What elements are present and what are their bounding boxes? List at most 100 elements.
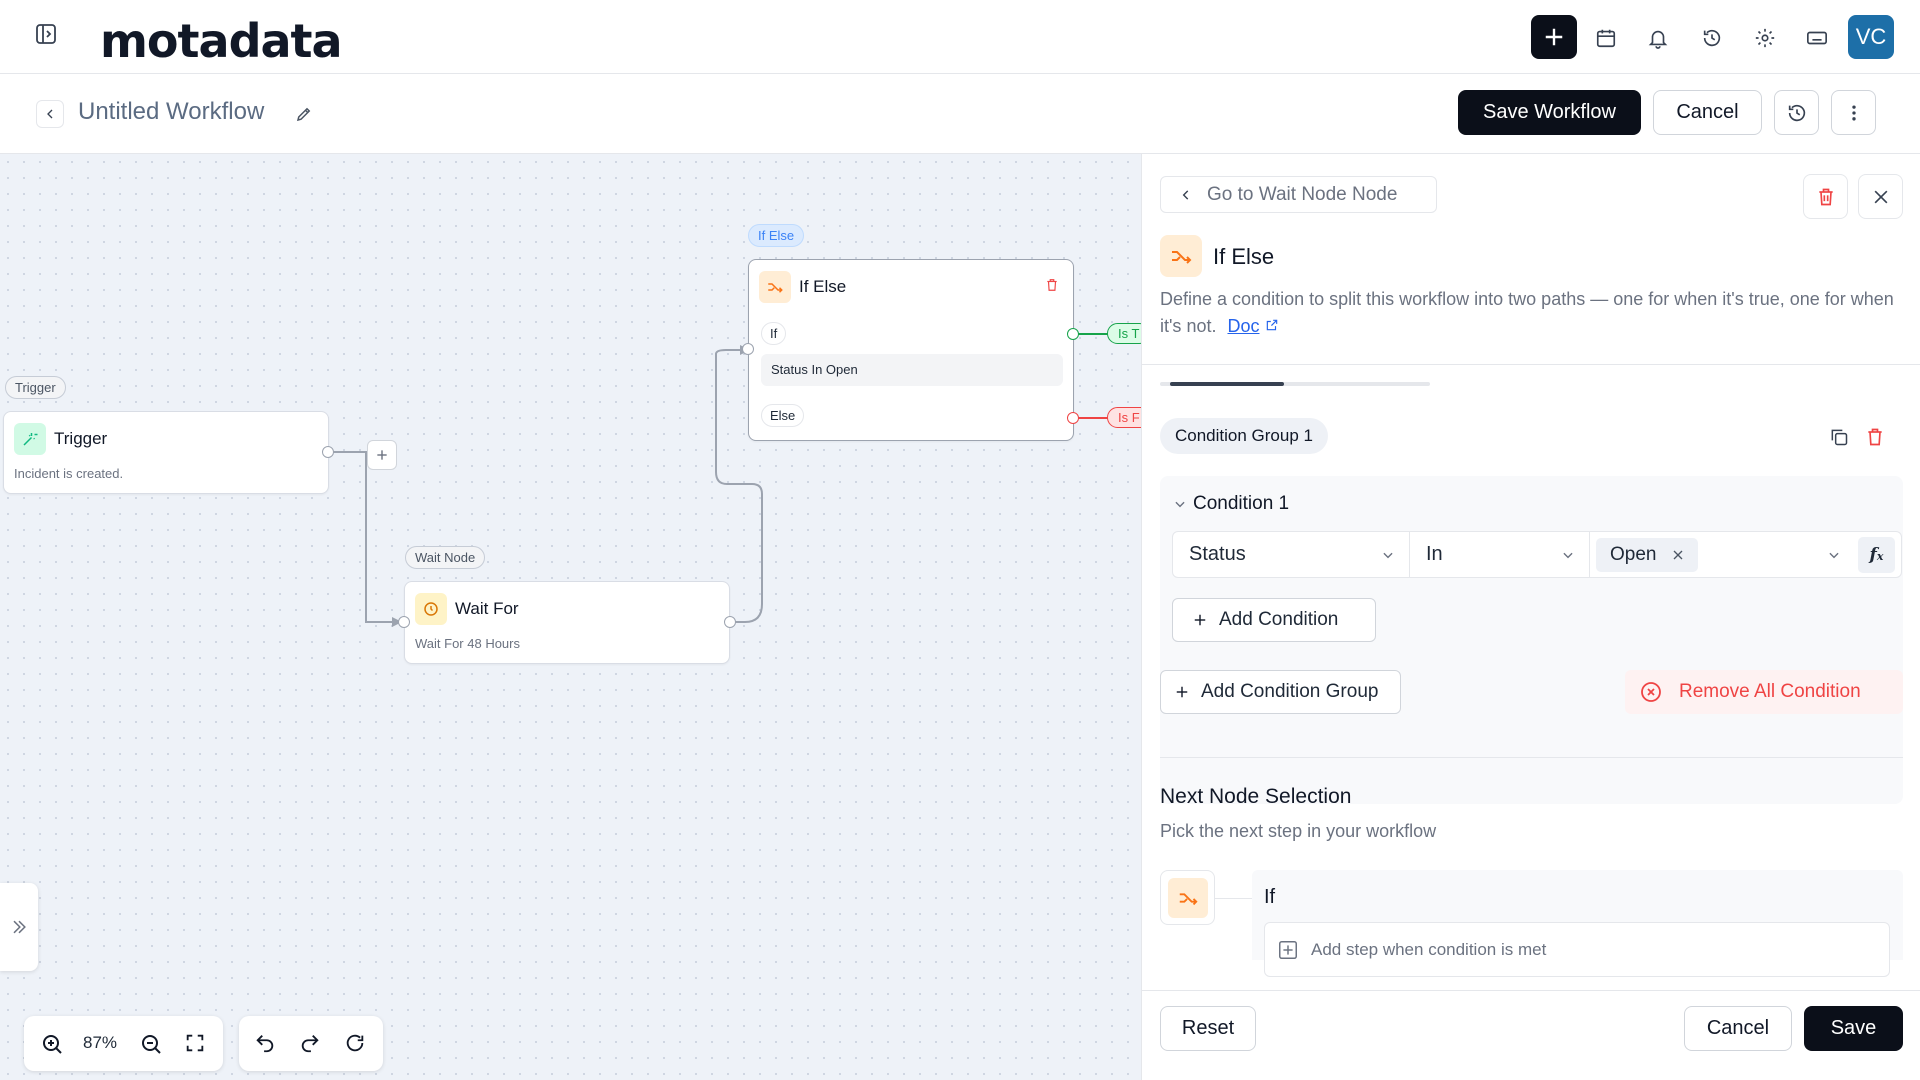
if-label: If bbox=[761, 322, 787, 345]
panel-footer: Reset Cancel Save bbox=[1142, 990, 1920, 1080]
wait-node[interactable]: Wait For Wait For 48 Hours bbox=[404, 581, 730, 664]
chevron-down-icon[interactable] bbox=[1173, 497, 1187, 516]
remove-chip-icon[interactable] bbox=[1672, 549, 1684, 561]
field-value: Status bbox=[1189, 543, 1246, 565]
trigger-icon bbox=[14, 423, 46, 455]
avatar-initials: VC bbox=[1855, 24, 1887, 49]
keyboard-icon[interactable] bbox=[1804, 25, 1830, 51]
add-condition-group-button[interactable]: Add Condition Group bbox=[1160, 670, 1401, 714]
chevron-down-icon bbox=[1563, 552, 1573, 558]
more-options-button[interactable] bbox=[1831, 90, 1876, 135]
wait-title: Wait For bbox=[455, 599, 519, 618]
branch-icon bbox=[1160, 235, 1202, 277]
true-output-handle[interactable] bbox=[1067, 328, 1079, 340]
add-group-label: Add Condition Group bbox=[1201, 681, 1379, 702]
page-title: Untitled Workflow bbox=[78, 98, 265, 125]
panel-description: Define a condition to split this workflo… bbox=[1160, 286, 1910, 340]
expand-sidebar-button[interactable] bbox=[0, 883, 38, 971]
divider bbox=[1160, 757, 1903, 758]
zoom-toolbar: 87% bbox=[24, 1016, 223, 1071]
avatar[interactable]: VC bbox=[1848, 15, 1894, 59]
doc-link[interactable]: Doc bbox=[1227, 316, 1259, 336]
delete-node-button[interactable] bbox=[1803, 174, 1848, 219]
add-node-button[interactable] bbox=[367, 440, 397, 470]
field-select[interactable]: Status bbox=[1172, 531, 1410, 578]
delete-node-icon[interactable] bbox=[1045, 278, 1059, 297]
save-button[interactable]: Save bbox=[1804, 1006, 1903, 1051]
value-chip: Open bbox=[1596, 537, 1699, 572]
workflow-header: Untitled Workflow Save Workflow Cancel bbox=[0, 74, 1920, 154]
plus-icon bbox=[1194, 614, 1206, 626]
panel-title: If Else bbox=[1213, 244, 1275, 269]
trigger-tag: Trigger bbox=[5, 376, 66, 399]
plus-icon bbox=[1176, 686, 1188, 698]
refresh-icon[interactable] bbox=[344, 1032, 366, 1059]
wait-tag: Wait Node bbox=[405, 546, 486, 569]
clock-icon bbox=[415, 593, 447, 625]
copy-group-icon[interactable] bbox=[1829, 427, 1849, 452]
condition-summary: Status In Open bbox=[761, 354, 1063, 386]
redo-icon[interactable] bbox=[299, 1032, 321, 1059]
function-button[interactable]: fx bbox=[1858, 537, 1895, 573]
trigger-desc: Incident is created. bbox=[14, 466, 124, 481]
ifelse-title: If Else bbox=[799, 277, 847, 296]
calendar-icon[interactable] bbox=[1593, 25, 1619, 51]
app-logo: motadata bbox=[100, 14, 343, 68]
trigger-title: Trigger bbox=[54, 429, 108, 448]
add-condition-button[interactable]: Add Condition bbox=[1172, 598, 1376, 642]
zoom-level: 87% bbox=[83, 1033, 118, 1052]
cancel-workflow-button[interactable]: Cancel bbox=[1653, 90, 1762, 135]
next-node-subtitle: Pick the next step in your workflow bbox=[1160, 821, 1437, 841]
ifelse-input-handle[interactable] bbox=[742, 343, 754, 355]
condition-group-box: Condition 1 Status In Open fx Add Condit… bbox=[1160, 476, 1903, 804]
reset-button[interactable]: Reset bbox=[1160, 1006, 1256, 1051]
if-branch-label: If bbox=[1264, 886, 1276, 908]
wait-desc: Wait For 48 Hours bbox=[415, 636, 520, 651]
wait-input-handle[interactable] bbox=[398, 616, 410, 628]
operator-select[interactable]: In bbox=[1409, 531, 1590, 578]
edit-title-icon[interactable] bbox=[292, 102, 316, 126]
back-button[interactable] bbox=[36, 100, 64, 128]
create-button[interactable] bbox=[1531, 15, 1577, 59]
wait-output-handle[interactable] bbox=[724, 616, 736, 628]
branch-connector bbox=[1215, 898, 1252, 899]
chevron-left-icon bbox=[1182, 189, 1189, 200]
condition-group-chip: Condition Group 1 bbox=[1160, 418, 1328, 454]
branch-icon bbox=[759, 271, 791, 303]
chevron-down-icon bbox=[1383, 552, 1393, 558]
undo-icon[interactable] bbox=[254, 1032, 276, 1059]
circle-x-icon bbox=[1641, 682, 1661, 702]
remove-all-condition-button[interactable]: Remove All Condition bbox=[1625, 670, 1903, 714]
chevron-down-icon bbox=[1829, 552, 1839, 558]
go-to-previous-node-button[interactable]: Go to Wait Node Node bbox=[1160, 176, 1437, 213]
bell-icon[interactable] bbox=[1645, 25, 1671, 51]
remove-all-label: Remove All Condition bbox=[1679, 681, 1861, 702]
add-step-button[interactable]: Add step when condition is met bbox=[1264, 922, 1890, 977]
workflow-canvas[interactable]: Trigger Trigger Incident is created. Wai… bbox=[0, 154, 1151, 1080]
zoom-out-icon[interactable] bbox=[139, 1032, 163, 1061]
fit-view-icon[interactable] bbox=[184, 1032, 206, 1059]
node-config-panel: Go to Wait Node Node If Else Define a co… bbox=[1141, 154, 1920, 1080]
cancel-button[interactable]: Cancel bbox=[1684, 1006, 1792, 1051]
delete-group-icon[interactable] bbox=[1865, 427, 1885, 452]
version-history-button[interactable] bbox=[1774, 90, 1819, 135]
false-output-handle[interactable] bbox=[1067, 412, 1079, 424]
plus-square-icon bbox=[1279, 940, 1297, 959]
save-workflow-button[interactable]: Save Workflow bbox=[1458, 90, 1641, 135]
close-panel-button[interactable] bbox=[1858, 174, 1903, 219]
trigger-node[interactable]: Trigger Incident is created. bbox=[3, 411, 329, 494]
gear-icon[interactable] bbox=[1752, 25, 1778, 51]
history-icon[interactable] bbox=[1699, 25, 1725, 51]
add-condition-label: Add Condition bbox=[1219, 609, 1339, 630]
sidebar-toggle-icon[interactable] bbox=[32, 20, 60, 48]
zoom-in-icon[interactable] bbox=[40, 1032, 64, 1061]
trigger-output-handle[interactable] bbox=[322, 446, 334, 458]
operator-value: In bbox=[1426, 543, 1443, 565]
top-bar: motadata VC bbox=[0, 0, 1920, 74]
next-node-title: Next Node Selection bbox=[1160, 785, 1352, 808]
ifelse-node[interactable]: If Else If Status In Open Else bbox=[748, 259, 1074, 441]
divider bbox=[1142, 364, 1920, 365]
if-branch-section: If Add step when condition is met bbox=[1252, 870, 1903, 977]
else-label: Else bbox=[761, 404, 805, 427]
value-select[interactable]: Open fx bbox=[1589, 531, 1902, 578]
